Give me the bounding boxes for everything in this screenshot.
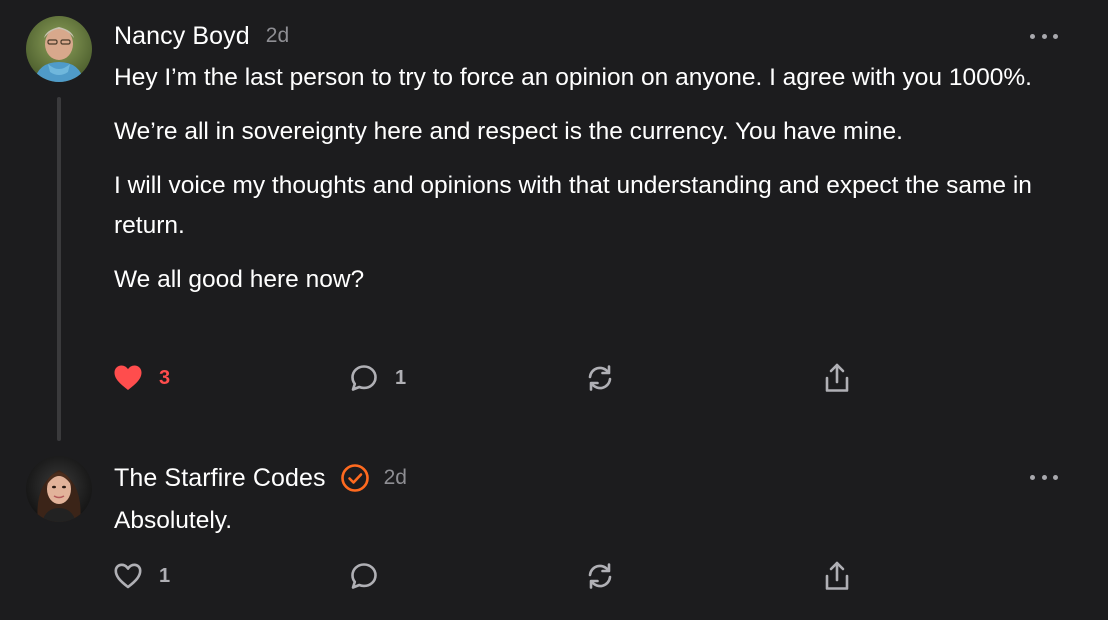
reply-count: 1: [395, 366, 407, 389]
avatar[interactable]: [26, 16, 92, 82]
heart-icon: [114, 563, 142, 589]
comment-paragraph: I will voice my thoughts and opinions wi…: [114, 172, 1032, 239]
restack-arrows-icon: [588, 365, 612, 391]
like-count: 1: [159, 564, 171, 587]
speech-bubble-icon: [351, 563, 377, 589]
share-button[interactable]: [822, 556, 852, 596]
share-upload-icon: [825, 561, 849, 590]
like-button[interactable]: 3: [113, 358, 170, 398]
comment-paragraph: Hey I’m the last person to try to force …: [114, 64, 1032, 91]
comment-starfire-codes: The Starfire Codes 2d Absolutely. 1: [0, 440, 1108, 620]
share-upload-icon: [825, 363, 849, 392]
action-bar: 1: [0, 556, 1108, 596]
restack-button[interactable]: [585, 556, 615, 596]
avatar[interactable]: [26, 456, 92, 522]
reply-button[interactable]: 1: [349, 358, 406, 398]
restack-arrows-icon: [588, 563, 612, 589]
timestamp[interactable]: 2d: [266, 24, 289, 48]
timestamp[interactable]: 2d: [384, 466, 407, 490]
restack-button[interactable]: [585, 358, 615, 398]
more-options-icon[interactable]: [1030, 467, 1058, 487]
verified-check-icon: [340, 463, 370, 493]
comment-body: Hey I’m the last person to try to force …: [114, 58, 1064, 314]
like-count: 3: [159, 366, 171, 389]
comment-thread: Nancy Boyd 2d Hey I’m the last person to…: [0, 0, 1108, 620]
author-name[interactable]: Nancy Boyd: [114, 22, 250, 51]
action-bar: 3 1: [0, 358, 1108, 398]
comment-nancy-boyd: Nancy Boyd 2d Hey I’m the last person to…: [0, 0, 1108, 441]
comment-paragraph: Absolutely.: [114, 507, 233, 534]
comment-paragraph: We all good here now?: [114, 266, 365, 293]
heart-icon: [114, 365, 142, 390]
reply-button[interactable]: [349, 556, 379, 596]
comment-paragraph: We’re all in sovereignty here and respec…: [114, 118, 903, 145]
like-button[interactable]: 1: [113, 556, 170, 596]
share-button[interactable]: [822, 358, 852, 398]
speech-bubble-icon: [351, 365, 377, 391]
comment-header: The Starfire Codes 2d: [114, 460, 407, 496]
author-name[interactable]: The Starfire Codes: [114, 464, 326, 493]
more-options-icon[interactable]: [1030, 26, 1058, 46]
comment-body: Absolutely.: [114, 501, 1064, 555]
comment-header: Nancy Boyd 2d: [114, 18, 289, 54]
